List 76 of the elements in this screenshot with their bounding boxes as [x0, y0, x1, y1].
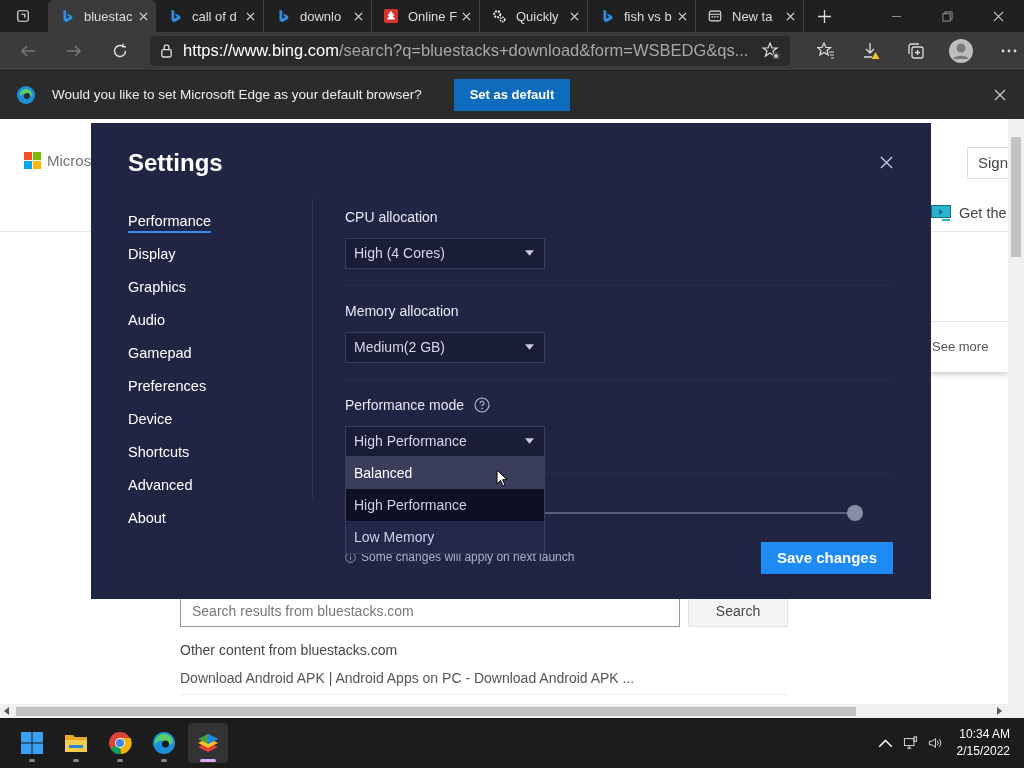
horizontal-scrollbar[interactable]	[0, 704, 1024, 719]
close-tab-icon[interactable]	[139, 11, 148, 21]
page-icon	[708, 9, 722, 23]
new-tab-icon[interactable]	[818, 9, 831, 23]
settings-nav-item[interactable]: Preferences	[128, 375, 207, 398]
caret-icon	[525, 250, 534, 257]
browser-tab[interactable]: bluestac	[48, 0, 156, 32]
close-tab-icon[interactable]	[786, 11, 795, 21]
dropdown[interactable]: Medium(2 GB)	[345, 331, 545, 363]
settings-nav-item[interactable]: Gamepad	[128, 342, 192, 365]
get-app-text[interactable]: Get the	[959, 204, 1007, 221]
set-as-default-button[interactable]: Set as default	[453, 78, 571, 111]
profile-avatar-icon[interactable]	[949, 38, 973, 63]
settings-nav-item[interactable]: Performance	[128, 210, 211, 233]
dropdown-option[interactable]: High Performance	[346, 488, 544, 521]
close-tab-icon[interactable]	[678, 11, 687, 21]
close-icon[interactable]	[994, 88, 1006, 101]
chrome-icon	[108, 731, 132, 756]
restore-icon[interactable]	[942, 10, 953, 22]
setting-label: Performance mode	[345, 396, 465, 413]
download-warning-icon[interactable]	[862, 41, 880, 60]
forward-icon[interactable]	[66, 42, 82, 59]
settings-nav-item[interactable]: About	[128, 507, 166, 530]
edge-icon	[152, 731, 176, 756]
dropdown-option[interactable]: Balanced	[346, 456, 544, 489]
tab-actions-icon[interactable]	[16, 9, 30, 23]
settings-nav-item[interactable]: Device	[128, 408, 173, 431]
settings-nav-item[interactable]: Advanced	[128, 474, 193, 497]
setting-label: CPU allocation	[345, 208, 438, 225]
gear-icon	[492, 9, 506, 23]
result-link[interactable]: Download Android APK | Android Apps on PC - Download Android APK ...	[180, 667, 1008, 688]
network-icon[interactable]	[902, 736, 918, 751]
clock-time[interactable]: 10:34 AM	[959, 726, 1010, 744]
dropdown[interactable]: High Performance	[345, 425, 545, 457]
taskbar-app[interactable]	[188, 723, 228, 764]
edge-logo-icon	[16, 84, 36, 105]
cursor-icon	[496, 468, 508, 487]
scroll-left-icon[interactable]	[4, 707, 10, 716]
windows-start-icon	[20, 731, 44, 756]
favorites-icon[interactable]	[817, 41, 835, 60]
refresh-icon[interactable]	[112, 42, 128, 59]
clock-date[interactable]: 2/15/2022	[956, 743, 1010, 761]
dialog-title: Settings	[128, 148, 223, 177]
close-icon[interactable]	[880, 156, 893, 170]
close-tab-icon[interactable]	[246, 11, 255, 21]
back-icon[interactable]	[20, 42, 36, 59]
volume-icon[interactable]	[927, 736, 943, 751]
address-field[interactable]: https://www.bing.com/search?q=bluestacks+download&form=WSBEDG&qs...	[150, 35, 790, 66]
microsoft-logo-icon	[24, 151, 41, 169]
dropdown[interactable]: High (4 Cores)	[345, 237, 545, 269]
caret-icon	[525, 344, 534, 351]
dropdown-option[interactable]: Low Memory	[346, 520, 544, 553]
close-tab-icon[interactable]	[462, 11, 471, 21]
help-icon[interactable]	[474, 396, 491, 413]
settings-nav-item[interactable]: Display	[128, 243, 176, 266]
vertical-scrollbar[interactable]	[1008, 118, 1024, 705]
caret-icon	[525, 438, 534, 445]
other-content-heading: Other content from bluestacks.com	[180, 640, 399, 660]
close-tab-icon[interactable]	[570, 11, 579, 21]
settings-nav-item[interactable]: Graphics	[128, 276, 187, 299]
lock-icon	[160, 43, 173, 59]
scroll-right-icon[interactable]	[996, 707, 1002, 716]
brand-name: Micros	[47, 151, 92, 169]
close-icon[interactable]	[993, 10, 1004, 22]
default-browser-message: Would you like to set Microsoft Edge as your default browser?	[52, 87, 422, 103]
setting-label: Memory allocation	[345, 302, 459, 319]
add-favorite-icon[interactable]	[762, 41, 780, 60]
collections-icon[interactable]	[907, 41, 925, 60]
monitor-icon	[931, 204, 951, 221]
info-icon	[345, 551, 356, 563]
close-tab-icon[interactable]	[354, 11, 363, 21]
sign-in-button[interactable]: Sign	[967, 146, 1008, 179]
settings-nav-item[interactable]: Shortcuts	[128, 441, 190, 464]
slider-thumb[interactable]	[847, 504, 863, 521]
tree-icon	[384, 9, 398, 23]
settings-nav-item[interactable]: Audio	[128, 309, 166, 332]
